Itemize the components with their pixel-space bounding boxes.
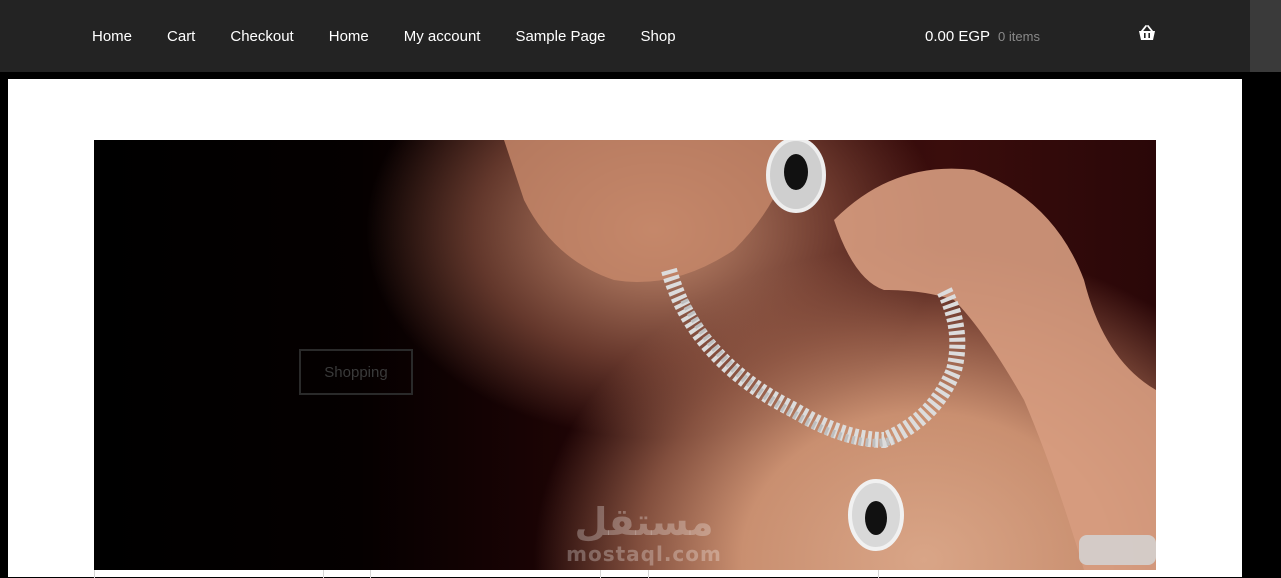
nav-item-checkout[interactable]: Checkout <box>230 28 293 45</box>
nav-item-cart[interactable]: Cart <box>167 28 195 45</box>
watermark-latin: mostaql.com <box>566 542 722 566</box>
cart-amount: 0.00 EGP <box>925 27 991 45</box>
watermark-arabic: مستقل <box>574 500 714 544</box>
primary-nav: Home Cart Checkout Home My account Sampl… <box>92 0 711 72</box>
shopping-button[interactable]: Shopping <box>299 349 413 395</box>
scrollbar-track[interactable] <box>1250 72 1281 577</box>
nav-item-home[interactable]: Home <box>92 28 132 45</box>
nav-item-shop[interactable]: Shop <box>641 28 676 45</box>
pendant-icon <box>848 479 904 551</box>
hero-banner: Shopping مستقل mostaql.com <box>94 140 1156 570</box>
nav-item-home-2[interactable]: Home <box>329 28 369 45</box>
earring-icon <box>766 140 826 213</box>
mostaql-watermark: مستقل mostaql.com <box>564 502 724 566</box>
cart-item-count: 0 items <box>998 28 1040 44</box>
header-cart-link[interactable]: 0.00 EGP 0 items <box>925 0 1040 72</box>
page-content: Shopping مستقل mostaql.com <box>8 79 1242 578</box>
header-bar: Home Cart Checkout Home My account Sampl… <box>0 0 1250 72</box>
nav-item-my-account[interactable]: My account <box>404 28 481 45</box>
basket-icon[interactable] <box>1136 23 1158 45</box>
scrollbar-track-top <box>1250 0 1281 72</box>
nav-item-sample-page[interactable]: Sample Page <box>515 28 605 45</box>
